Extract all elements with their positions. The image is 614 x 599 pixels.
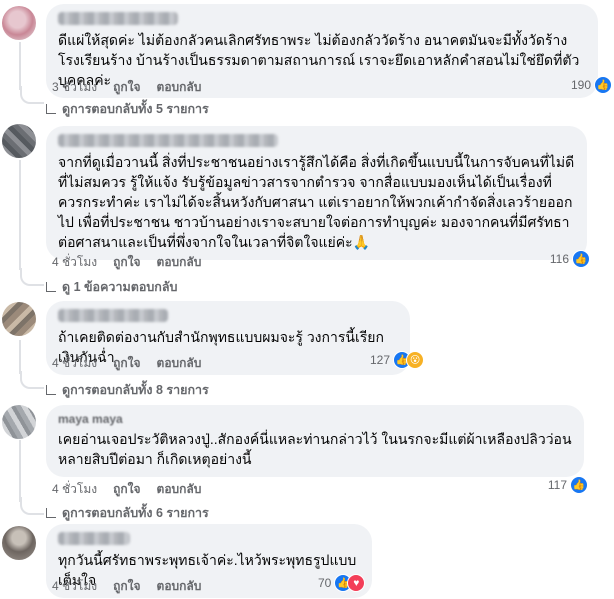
- comment-author[interactable]: maya maya: [58, 412, 572, 426]
- comment-actions: 3 ชั่วโมง ถูกใจ ตอบกลับ: [52, 78, 201, 97]
- comment-time[interactable]: 4 ชั่วโมง: [52, 577, 97, 596]
- reply-button[interactable]: ตอบกลับ: [157, 253, 202, 272]
- comment-author[interactable]: [58, 532, 130, 545]
- reply-button[interactable]: ตอบกลับ: [157, 480, 202, 499]
- thread-line: [19, 160, 21, 270]
- view-replies-label: ดู 1 ข้อความตอบกลับ: [62, 280, 178, 294]
- comment-text: จากที่ดูเมื่อวานนี้ สิ่งที่ประชาชนอย่างเ…: [58, 154, 575, 250]
- reply-button[interactable]: ตอบกลับ: [157, 78, 202, 97]
- like-button[interactable]: ถูกใจ: [113, 253, 140, 272]
- reply-connector: [20, 497, 44, 515]
- reaction-count: 70: [318, 576, 332, 590]
- reaction-summary[interactable]: 116 👍: [550, 250, 590, 268]
- reply-connector: [20, 86, 44, 104]
- reply-arrow-icon: [46, 385, 56, 395]
- thread-line: [19, 340, 21, 374]
- view-replies-label: ดูการตอบกลับทั้ง 8 รายการ: [62, 383, 209, 397]
- comment-time[interactable]: 4 ชั่วโมง: [52, 354, 97, 373]
- view-replies-link[interactable]: ดูการตอบกลับทั้ง 5 รายการ: [46, 99, 209, 119]
- like-button[interactable]: ถูกใจ: [113, 354, 140, 373]
- comment-text: เคยอ่านเจอประวัติหลวงปู่..สักองค์นี่แหละ…: [58, 431, 572, 467]
- reply-connector: [20, 268, 44, 286]
- comment-time[interactable]: 4 ชั่วโมง: [52, 253, 97, 272]
- comment-actions: 4 ชั่วโมง ถูกใจ ตอบกลับ: [52, 354, 201, 373]
- view-replies-link[interactable]: ดูการตอบกลับทั้ง 6 รายการ: [46, 503, 209, 523]
- reply-connector: [20, 371, 44, 389]
- view-replies-link[interactable]: ดู 1 ข้อความตอบกลับ: [46, 277, 177, 297]
- thumbs-up-icon: 👍: [572, 250, 590, 268]
- like-button[interactable]: ถูกใจ: [113, 480, 140, 499]
- reaction-summary[interactable]: 70 👍 ♥: [318, 574, 366, 592]
- thread-line: [19, 42, 21, 90]
- reaction-count: 190: [570, 78, 591, 92]
- avatar[interactable]: [2, 6, 36, 40]
- reaction-count: 117: [547, 478, 567, 492]
- comment-actions: 4 ชั่วโมง ถูกใจ ตอบกลับ: [52, 253, 201, 272]
- reaction-summary[interactable]: 127 👍 😮: [370, 351, 425, 369]
- heart-icon: ♥: [347, 574, 366, 592]
- reaction-summary[interactable]: 190 👍: [571, 76, 612, 94]
- view-replies-label: ดูการตอบกลับทั้ง 6 รายการ: [62, 506, 209, 520]
- comment-actions: 4 ชั่วโมง ถูกใจ ตอบกลับ: [52, 480, 201, 499]
- wow-face-icon: 😮: [406, 351, 425, 369]
- like-button[interactable]: ถูกใจ: [113, 78, 140, 97]
- view-replies-label: ดูการตอบกลับทั้ง 5 รายการ: [62, 102, 209, 116]
- comment-author[interactable]: [58, 309, 168, 322]
- avatar[interactable]: [2, 124, 36, 158]
- comment-author[interactable]: [58, 12, 178, 25]
- like-button[interactable]: ถูกใจ: [113, 577, 140, 596]
- thread-line: [19, 440, 21, 502]
- avatar[interactable]: [2, 526, 36, 560]
- comment-author[interactable]: [58, 134, 278, 147]
- avatar[interactable]: [2, 302, 36, 336]
- reply-arrow-icon: [46, 104, 56, 114]
- comment-time[interactable]: 4 ชั่วโมง: [52, 480, 97, 499]
- comment-bubble: จากที่ดูเมื่อวานนี้ สิ่งที่ประชาชนอย่างเ…: [46, 126, 587, 260]
- comment-bubble: maya maya เคยอ่านเจอประวัติหลวงปู่..สักอ…: [46, 405, 584, 477]
- reaction-count: 127: [370, 353, 391, 367]
- comment-time[interactable]: 3 ชั่วโมง: [52, 78, 97, 97]
- view-replies-link[interactable]: ดูการตอบกลับทั้ง 8 รายการ: [46, 380, 209, 400]
- reply-button[interactable]: ตอบกลับ: [157, 354, 202, 373]
- reply-arrow-icon: [46, 508, 56, 518]
- thumbs-up-icon: 👍: [594, 76, 612, 94]
- reaction-count: 116: [549, 252, 569, 266]
- reply-arrow-icon: [46, 282, 56, 292]
- thumbs-up-icon: 👍: [570, 476, 588, 494]
- avatar[interactable]: [2, 405, 36, 439]
- comment-actions: 4 ชั่วโมง ถูกใจ ตอบกลับ: [52, 577, 201, 596]
- reply-button[interactable]: ตอบกลับ: [157, 577, 202, 596]
- reaction-summary[interactable]: 117 👍: [548, 476, 588, 494]
